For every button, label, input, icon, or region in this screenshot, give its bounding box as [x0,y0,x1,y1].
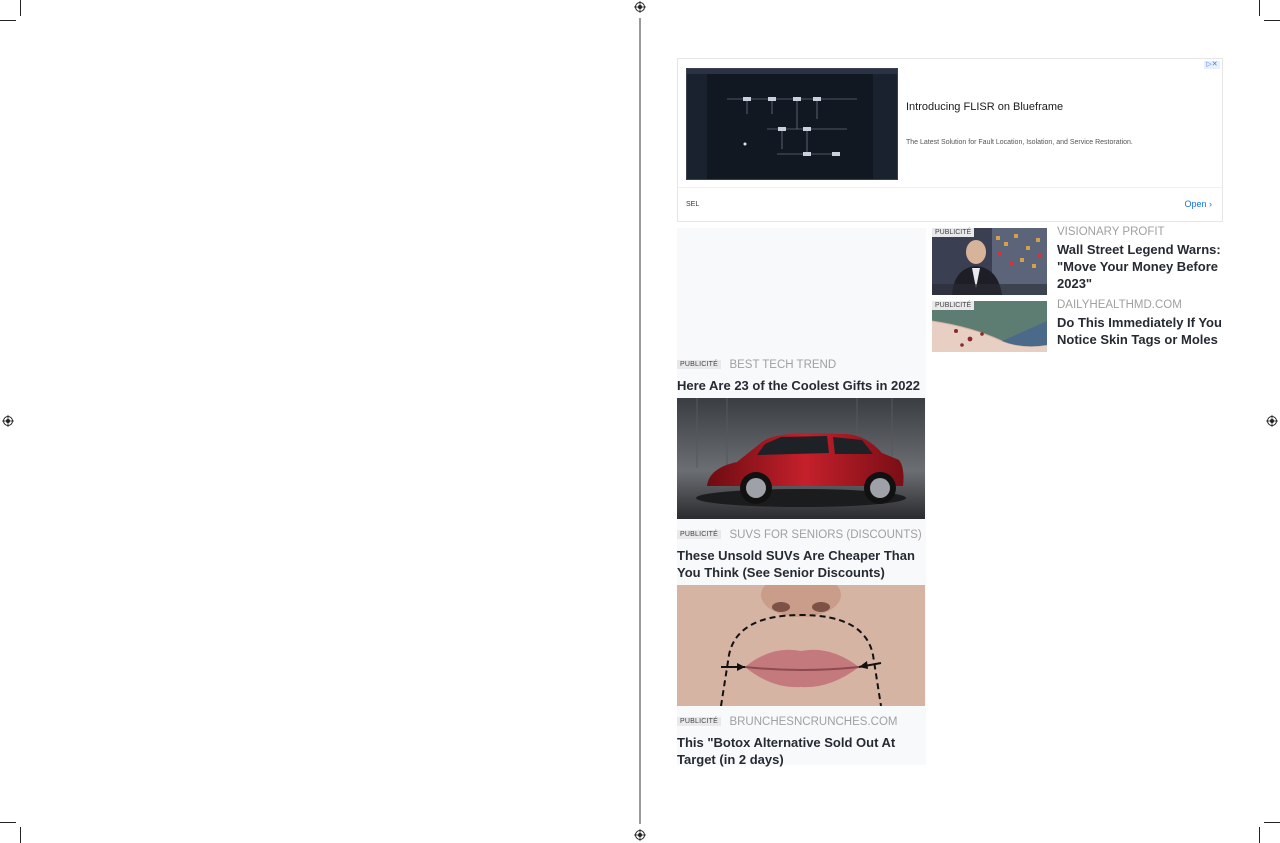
crop-mark-tr-v [1259,0,1260,16]
crop-mark-bl-h [0,822,16,823]
sponsored-badge: PUBLICITÉ [932,228,975,237]
sponsored-card[interactable]: PUBLICITÉ BEST TECH TREND Here Are 23 of… [677,356,926,394]
sponsored-card[interactable]: PUBLICITÉ DAILYHEALTHMD.COM Do This Imme… [932,299,1229,353]
sponsored-source: BEST TECH TREND [729,358,837,371]
crop-mark-tl-h [0,20,16,21]
crop-mark-tr-h [1264,20,1280,21]
sponsored-title[interactable]: These Unsold SUVs Are Cheaper Than You T… [677,547,926,581]
ad-description: The Latest Solution for Fault Location, … [906,139,1133,146]
diagram-graphic [727,97,857,156]
sponsored-title[interactable]: Wall Street Legend Warns: "Move Your Mon… [1057,241,1229,292]
sponsored-card[interactable]: PUBLICITÉ VISIONARY PROFIT Wall Street L… [932,226,1229,296]
crop-mark-br-v [1259,827,1260,843]
crop-mark-bl-v [20,827,21,843]
registration-mark-icon [1266,415,1278,427]
sponsored-title[interactable]: This "Botox Alternative Sold Out At Targ… [677,734,926,768]
ad-open-button[interactable]: Open › [1184,199,1212,209]
sponsored-badge: PUBLICITÉ [677,717,721,727]
page: ▷✕ Introducing FLISR on Blueframe The La… [0,0,1280,843]
ad-headline[interactable]: Introducing FLISR on Blueframe [906,101,1063,113]
sponsored-source: DAILYHEALTHMD.COM [1057,299,1182,311]
ad-image[interactable] [686,68,898,180]
sponsored-card[interactable]: PUBLICITÉ SUVS FOR SENIORS (DISCOUNTS) T… [677,398,926,581]
registration-mark-icon [634,1,646,13]
sponsored-card[interactable]: PUBLICITÉ BRUNCHESNCRUNCHES.COM This "Bo… [677,585,926,768]
crop-mark-tl-v [20,0,21,16]
page-spine-divider [639,18,641,824]
crop-mark-br-h [1264,822,1280,823]
sponsored-title[interactable]: Here Are 23 of the Coolest Gifts in 2022 [677,377,926,394]
ad-advertiser: SEL [686,201,700,208]
registration-mark-icon [2,415,14,427]
sponsored-badge: PUBLICITÉ [932,301,975,310]
sponsored-badge: PUBLICITÉ [677,360,721,370]
sponsored-title[interactable]: Do This Immediately If You Notice Skin T… [1057,314,1229,348]
lips-image[interactable] [677,585,925,706]
registration-mark-icon [634,829,646,841]
car-image[interactable] [677,398,925,519]
display-ad[interactable]: ▷✕ Introducing FLISR on Blueframe The La… [677,58,1223,222]
adchoices-icon[interactable]: ▷✕ [1204,61,1220,69]
sponsored-badge: PUBLICITÉ [677,530,721,540]
news-anchor-image[interactable] [932,228,1047,295]
sponsored-source: SUVS FOR SENIORS (DISCOUNTS) [729,528,922,541]
ad-footer: SEL Open › [678,187,1222,222]
sponsored-source: BRUNCHESNCRUNCHES.COM [729,715,898,728]
sponsored-source: VISIONARY PROFIT [1057,226,1165,238]
